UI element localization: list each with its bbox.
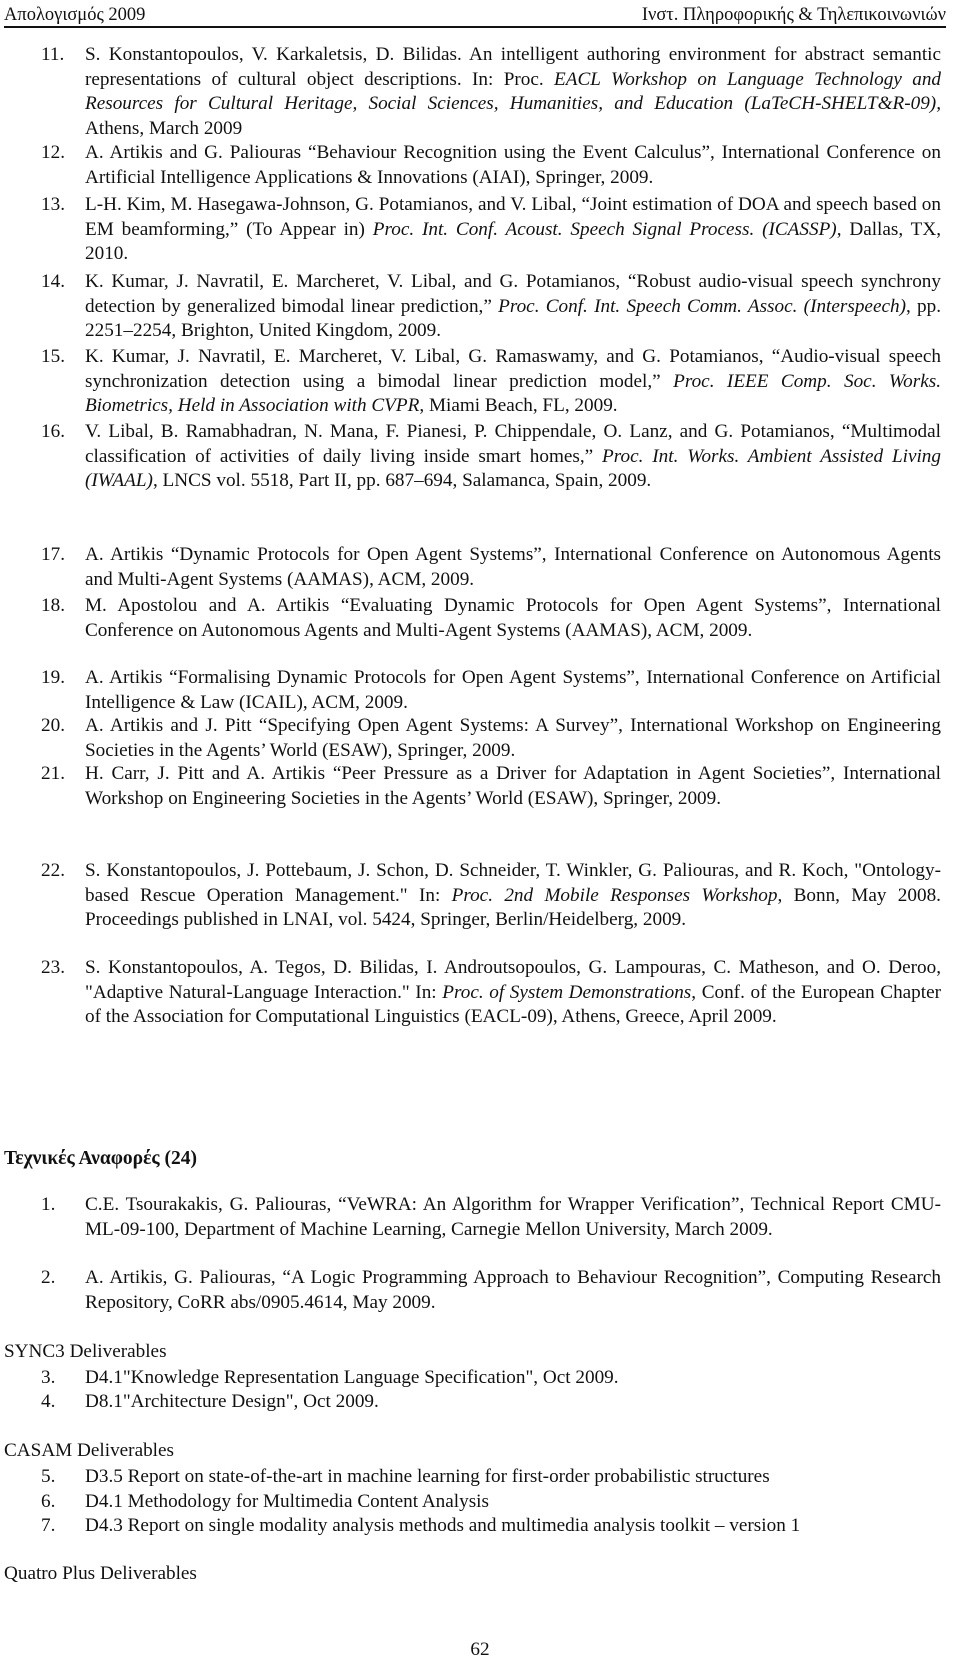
- item-text: K. Kumar, J. Navratil, E. Marcheret, V. …: [85, 270, 941, 344]
- item-number: 18.: [41, 595, 65, 616]
- section-title-technical-reports: Τεχνικές Αναφορές (24): [4, 1148, 198, 1169]
- italic-venue-text: Proc. Conf. Int. Speech Comm. Assoc. (In…: [498, 295, 906, 317]
- citation-text: , LNCS vol. 5518, Part II, pp. 687–694, …: [152, 470, 652, 491]
- item-text: V. Libal, B. Ramabhadran, N. Mana, F. Pi…: [85, 420, 941, 494]
- item-number: 13.: [41, 194, 65, 215]
- citation-text: Athens, March 2009: [85, 117, 243, 139]
- item-number: 14.: [41, 271, 65, 292]
- item-number: 4.: [41, 1391, 56, 1412]
- publication-item: 21. H. Carr, J. Pitt and A. Artikis “Peer…: [41, 762, 941, 811]
- item-number: 19.: [41, 667, 65, 688]
- item-text: A. Artikis “Formalising Dynamic Protocol…: [85, 666, 941, 715]
- publication-item: 16. V. Libal, B. Ramabhadran, N. Mana, F.…: [41, 420, 941, 494]
- item-number: 6.: [41, 1491, 56, 1512]
- deliverable-item: 4. D8.1"Architecture Design", Oct 2009.: [41, 1390, 941, 1415]
- publication-item: 20. A. Artikis and J. Pitt “Specifying Op…: [41, 714, 941, 763]
- item-text: A. Artikis and G. Paliouras “Behaviour R…: [85, 141, 941, 190]
- citation-text: M. Apostolou and A. Artikis “Evaluating …: [85, 595, 941, 641]
- publication-item: 18. M. Apostolou and A. Artikis “Evaluati…: [41, 594, 941, 643]
- publication-item: 15. K. Kumar, J. Navratil, E. Marcheret, …: [41, 345, 941, 419]
- group-title-casam: CASAM Deliverables: [4, 1440, 174, 1461]
- deliverable-text: D8.1"Architecture Design", Oct 2009.: [85, 1391, 379, 1412]
- citation-text: A. Artikis “Dynamic Protocols for Open A…: [85, 544, 941, 590]
- citation-text: A. Artikis, G. Paliouras, “A Logic Progr…: [85, 1267, 941, 1313]
- deliverable-item: 7. D4.3 Report on single modality analysi…: [41, 1514, 941, 1539]
- deliverable-text: D3.5 Report on state-of-the-art in machi…: [85, 1466, 770, 1487]
- header-left-title: Απολογισμός 2009: [4, 5, 146, 25]
- item-number: 3.: [41, 1367, 56, 1388]
- item-number: 17.: [41, 544, 65, 565]
- item-text: M. Apostolou and A. Artikis “Evaluating …: [85, 594, 941, 643]
- item-number: 2.: [41, 1267, 56, 1288]
- citation-text: A. Artikis and G. Paliouras “Behaviour R…: [85, 142, 941, 188]
- deliverable-text: D4.1 Methodology for Multimedia Content …: [85, 1491, 489, 1512]
- publication-item: 22. S. Konstantopoulos, J. Pottebaum, J. …: [41, 859, 941, 933]
- item-number: 15.: [41, 346, 65, 367]
- citation-text: , Miami Beach, FL, 2009.: [419, 395, 618, 416]
- publication-item: 17. A. Artikis “Dynamic Protocols for Ope…: [41, 543, 941, 592]
- item-number: 7.: [41, 1515, 56, 1536]
- citation-text: A. Artikis “Formalising Dynamic Protocol…: [85, 667, 941, 713]
- citation-text: A. Artikis and J. Pitt “Specifying Open …: [85, 715, 941, 761]
- item-number: 5.: [41, 1466, 56, 1487]
- item-text: H. Carr, J. Pitt and A. Artikis “Peer Pr…: [85, 762, 941, 811]
- item-text: A. Artikis and J. Pitt “Specifying Open …: [85, 714, 941, 763]
- item-number: 22.: [41, 860, 65, 881]
- item-text: C.E. Tsourakakis, G. Paliouras, “VeWRA: …: [85, 1193, 941, 1242]
- technical-report-item: 2. A. Artikis, G. Paliouras, “A Logic Pro…: [41, 1266, 941, 1315]
- page-header: Απολογισμός 2009 Ινστ. Πληροφορικής & Τη…: [4, 0, 946, 28]
- deliverable-item: 3. D4.1"Knowledge Representation Language…: [41, 1366, 941, 1391]
- publication-item: 23. S. Konstantopoulos, A. Tegos, D. Bili…: [41, 956, 941, 1030]
- publication-item: 14. K. Kumar, J. Navratil, E. Marcheret, …: [41, 270, 941, 344]
- page-number: 62: [470, 1639, 490, 1660]
- deliverable-item: 6. D4.1 Methodology for Multimedia Conten…: [41, 1490, 941, 1515]
- item-number: 21.: [41, 763, 65, 784]
- item-number: 16.: [41, 421, 65, 442]
- header-right-title: Ινστ. Πληροφορικής & Τηλεπικοινωνιών: [641, 5, 946, 25]
- item-text: A. Artikis, G. Paliouras, “A Logic Progr…: [85, 1266, 941, 1315]
- citation-text: H. Carr, J. Pitt and A. Artikis “Peer Pr…: [85, 763, 941, 809]
- item-text: L-H. Kim, M. Hasegawa-Johnson, G. Potami…: [85, 193, 941, 267]
- publication-item: 11. S. Konstantopoulos, V. Karkaletsis, D…: [41, 43, 941, 141]
- group-title-quatro-plus: Quatro Plus Deliverables: [4, 1563, 197, 1584]
- italic-venue-text: Proc. Int. Conf. Acoust. Speech Signal P…: [372, 218, 837, 240]
- item-number: 20.: [41, 715, 65, 736]
- deliverable-text: D4.1"Knowledge Representation Language S…: [85, 1367, 619, 1388]
- item-number: 12.: [41, 142, 65, 163]
- citation-text: C.E. Tsourakakis, G. Paliouras, “VeWRA: …: [85, 1194, 941, 1240]
- deliverable-item: 5. D3.5 Report on state-of-the-art in mac…: [41, 1465, 941, 1490]
- italic-venue-text: Proc. of System Demonstrations: [442, 981, 692, 1003]
- publication-item: 13. L-H. Kim, M. Hasegawa-Johnson, G. Pot…: [41, 193, 941, 267]
- deliverable-text: D4.3 Report on single modality analysis …: [85, 1515, 801, 1536]
- item-number: 11.: [41, 44, 65, 65]
- group-title-sync3: SYNC3 Deliverables: [4, 1341, 167, 1362]
- item-number: 1.: [41, 1194, 56, 1215]
- item-number: 23.: [41, 957, 65, 978]
- item-text: A. Artikis “Dynamic Protocols for Open A…: [85, 543, 941, 592]
- publication-item: 19. A. Artikis “Formalising Dynamic Proto…: [41, 666, 941, 715]
- technical-report-item: 1. C.E. Tsourakakis, G. Paliouras, “VeWRA…: [41, 1193, 941, 1242]
- italic-venue-text: Proc. 2nd Mobile Responses Workshop: [451, 884, 778, 906]
- publication-item: 12. A. Artikis and G. Paliouras “Behaviou…: [41, 141, 941, 190]
- item-text: K. Kumar, J. Navratil, E. Marcheret, V. …: [85, 345, 941, 419]
- item-text: S. Konstantopoulos, A. Tegos, D. Bilidas…: [85, 956, 941, 1030]
- item-text: S. Konstantopoulos, J. Pottebaum, J. Sch…: [85, 859, 941, 933]
- item-text: S. Konstantopoulos, V. Karkaletsis, D. B…: [85, 43, 941, 141]
